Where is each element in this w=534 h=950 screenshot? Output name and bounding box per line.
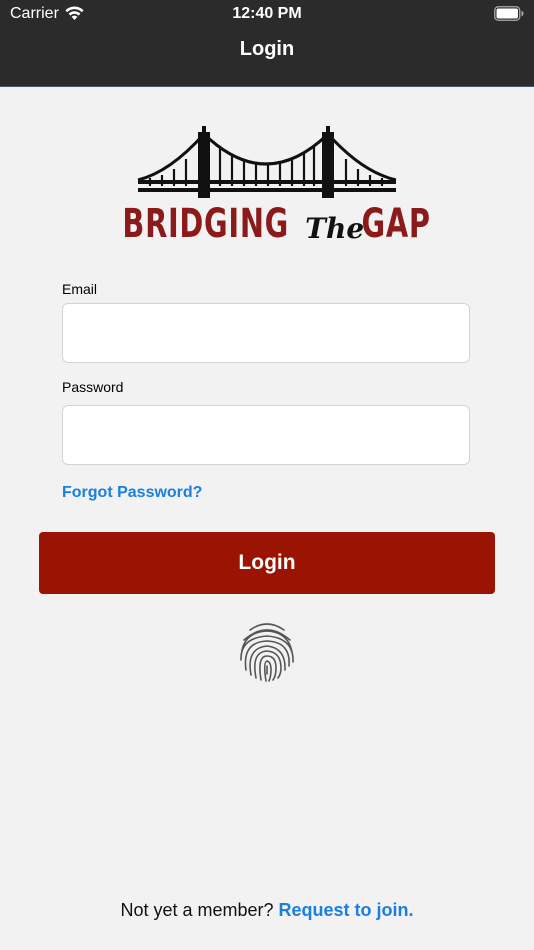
login-button[interactable]: Login bbox=[39, 532, 495, 594]
logo-wordmark: BRIDGING The GAP bbox=[122, 196, 430, 246]
request-to-join-link[interactable]: Request to join. bbox=[279, 900, 414, 920]
signup-prompt-text: Not yet a member? bbox=[120, 900, 274, 920]
logo-word-the: The bbox=[305, 212, 365, 245]
login-screen: Carrier 12:40 PM Login BRIDGING The GAP … bbox=[0, 0, 534, 950]
status-bar: Carrier 12:40 PM bbox=[0, 0, 534, 28]
page-title: Login bbox=[239, 38, 295, 60]
email-label: Email bbox=[62, 281, 98, 297]
battery-icon bbox=[494, 6, 524, 21]
navigation-header: Carrier 12:40 PM Login bbox=[0, 0, 534, 87]
bridge-logo-graphic bbox=[137, 126, 397, 198]
logo-word-bridging: BRIDGING bbox=[122, 201, 289, 247]
logo-word-gap: GAP bbox=[361, 201, 431, 247]
email-field[interactable] bbox=[62, 303, 470, 363]
forgot-password-link[interactable]: Forgot Password? bbox=[62, 484, 202, 502]
bridging-the-gap-logo: BRIDGING The GAP bbox=[122, 124, 430, 248]
password-label: Password bbox=[62, 379, 124, 395]
clock-label: 12:40 PM bbox=[232, 5, 302, 22]
password-field[interactable] bbox=[62, 405, 470, 465]
signup-prompt: Not yet a member? Request to join. bbox=[0, 900, 534, 921]
fingerprint-icon[interactable] bbox=[236, 620, 298, 682]
